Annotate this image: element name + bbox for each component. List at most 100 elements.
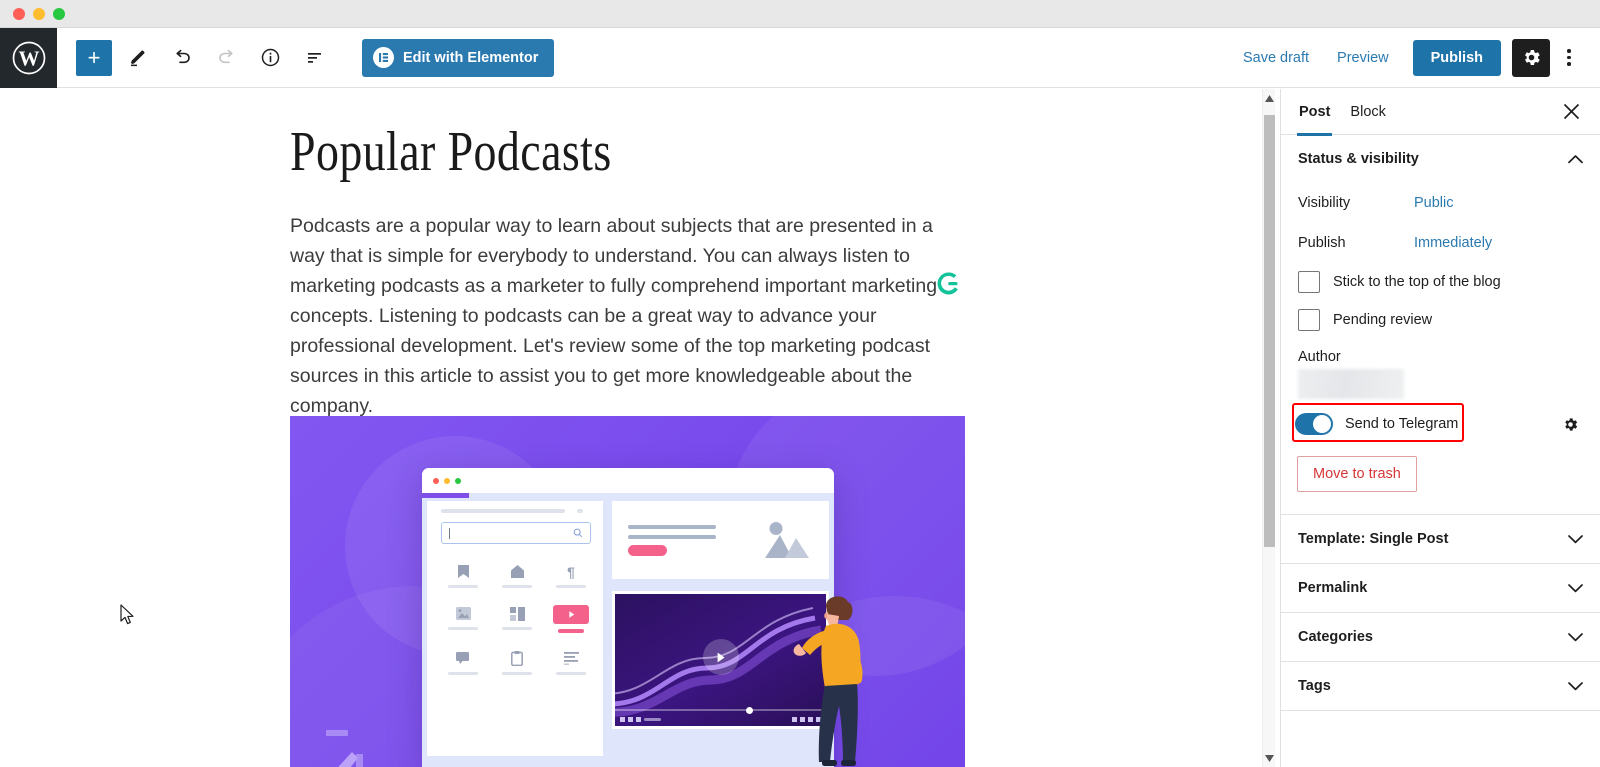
move-to-trash-button[interactable]: Move to trash <box>1297 456 1417 492</box>
sticky-post-row: Stick to the top of the blog <box>1281 263 1600 301</box>
canvas-scrollbar-thumb[interactable] <box>1264 115 1275 547</box>
toolbar-right-group: Save draft Preview Publish <box>1229 38 1600 77</box>
details-button[interactable] <box>252 40 288 76</box>
illustration-skeleton-line <box>448 627 478 630</box>
pending-review-label: Pending review <box>1333 312 1433 328</box>
pause-icon <box>620 717 625 722</box>
mouse-cursor <box>120 604 134 625</box>
tags-panel-label: Tags <box>1298 678 1331 694</box>
preview-button[interactable]: Preview <box>1323 42 1403 74</box>
illustration-skeleton-line <box>448 585 478 588</box>
wordpress-logo-icon: W <box>12 41 45 74</box>
post-body-paragraph[interactable]: Podcasts are a popular way to learn abou… <box>290 211 950 421</box>
post-title[interactable]: Popular Podcasts <box>290 120 612 184</box>
tags-panel-header[interactable]: Tags <box>1281 662 1600 710</box>
panel-divider <box>1281 710 1600 711</box>
undo-icon <box>175 49 190 64</box>
sticky-post-checkbox[interactable] <box>1298 271 1320 293</box>
layout-icon <box>509 605 525 622</box>
kebab-menu-icon <box>1567 49 1571 53</box>
list-view-icon <box>307 53 321 63</box>
video-block-icon <box>553 605 589 624</box>
tab-block[interactable]: Block <box>1340 89 1395 135</box>
status-visibility-title: Status & visibility <box>1298 151 1419 167</box>
pending-review-checkbox[interactable] <box>1298 309 1320 331</box>
window-minimize-button[interactable] <box>33 7 45 20</box>
template-panel-header[interactable]: Template: Single Post <box>1281 515 1600 563</box>
illustration-skeleton-line <box>441 509 565 513</box>
illustration-skeleton-line <box>577 509 583 513</box>
add-block-button[interactable]: + <box>76 39 112 76</box>
settings-sidebar: Post Block Status & visibility Visibilit… <box>1280 89 1600 767</box>
illustration-skeleton-line <box>628 524 716 529</box>
edit-with-elementor-button[interactable]: Edit with Elementor <box>362 38 555 77</box>
featured-image-block[interactable]: ¶ <box>290 416 965 767</box>
illustration-accent-bar <box>422 493 469 498</box>
illustration-skeleton-line <box>558 629 584 633</box>
elementor-logo-icon <box>373 47 394 68</box>
illustration-skeleton-line <box>628 534 716 539</box>
comment-icon <box>455 650 471 667</box>
list-view-button[interactable] <box>296 40 332 76</box>
illustration-dot <box>433 477 439 484</box>
toggle-knob <box>1313 415 1331 433</box>
illustration-text-lines <box>628 524 716 556</box>
pencil-decoration-icon <box>326 730 363 767</box>
send-to-telegram-label: Send to Telegram <box>1345 416 1459 432</box>
chevron-down-icon <box>1568 535 1583 544</box>
volume-icon <box>636 717 641 722</box>
play-button-icon <box>702 639 739 676</box>
illustration-block-item <box>502 563 532 588</box>
scroll-up-arrow-icon[interactable] <box>1263 91 1275 105</box>
publish-button[interactable]: Publish <box>1412 39 1501 76</box>
tab-post[interactable]: Post <box>1289 89 1340 136</box>
window-title-bar <box>0 0 1600 28</box>
illustration-sidebar-panel: ¶ <box>427 501 603 756</box>
categories-panel-header[interactable]: Categories <box>1281 613 1600 661</box>
visibility-value-button[interactable]: Public <box>1410 191 1458 215</box>
author-select[interactable] <box>1298 369 1404 399</box>
window-close-button[interactable] <box>13 7 25 20</box>
home-icon <box>510 563 525 580</box>
editor-canvas[interactable]: Popular Podcasts Podcasts are a popular … <box>0 89 1275 767</box>
illustration-dot <box>455 477 461 484</box>
window-maximize-button[interactable] <box>53 7 65 20</box>
kebab-menu-icon <box>1567 62 1571 66</box>
illustration-search-field <box>441 522 591 544</box>
pending-review-row: Pending review <box>1281 301 1600 339</box>
wordpress-logo-button[interactable]: W <box>0 27 57 88</box>
illustration-browser-titlebar <box>422 468 834 493</box>
publish-value-button[interactable]: Immediately <box>1410 231 1496 255</box>
illustration-block-item <box>502 605 532 633</box>
more-options-button[interactable] <box>1552 39 1586 77</box>
illustration-block-item <box>502 650 532 675</box>
edit-tool-icon <box>131 50 145 66</box>
permalink-panel-label: Permalink <box>1298 580 1368 596</box>
align-left-icon <box>563 650 579 667</box>
illustration-block-item <box>448 650 478 675</box>
publish-label: Publish <box>1298 235 1346 251</box>
status-visibility-panel-header[interactable]: Status & visibility <box>1281 135 1600 183</box>
tools-button[interactable] <box>120 40 156 76</box>
redo-button[interactable] <box>208 40 244 76</box>
illustration-skeleton-line <box>556 585 586 588</box>
canvas-scrollbar[interactable] <box>1262 89 1275 767</box>
illustration-block-item <box>448 563 478 588</box>
illustration-dot <box>444 477 450 484</box>
send-to-telegram-toggle[interactable] <box>1295 413 1333 435</box>
permalink-panel-header[interactable]: Permalink <box>1281 564 1600 612</box>
next-icon <box>628 717 633 722</box>
scroll-down-arrow-icon[interactable] <box>1263 751 1275 765</box>
close-sidebar-button[interactable] <box>1554 95 1588 129</box>
undo-button[interactable] <box>164 40 200 76</box>
illustration-block-item-video <box>553 605 589 633</box>
chevron-down-icon <box>1568 584 1583 593</box>
template-panel-label: Template: Single Post <box>1298 531 1449 547</box>
edit-with-elementor-label: Edit with Elementor <box>403 49 539 66</box>
telegram-settings-button[interactable] <box>1557 411 1583 437</box>
save-draft-button[interactable]: Save draft <box>1229 42 1323 74</box>
settings-button[interactable] <box>1512 38 1550 77</box>
illustration-skeleton-line <box>502 672 532 675</box>
editor-toolbar: W + Edit with Elementor Save draft Previ… <box>0 27 1600 88</box>
